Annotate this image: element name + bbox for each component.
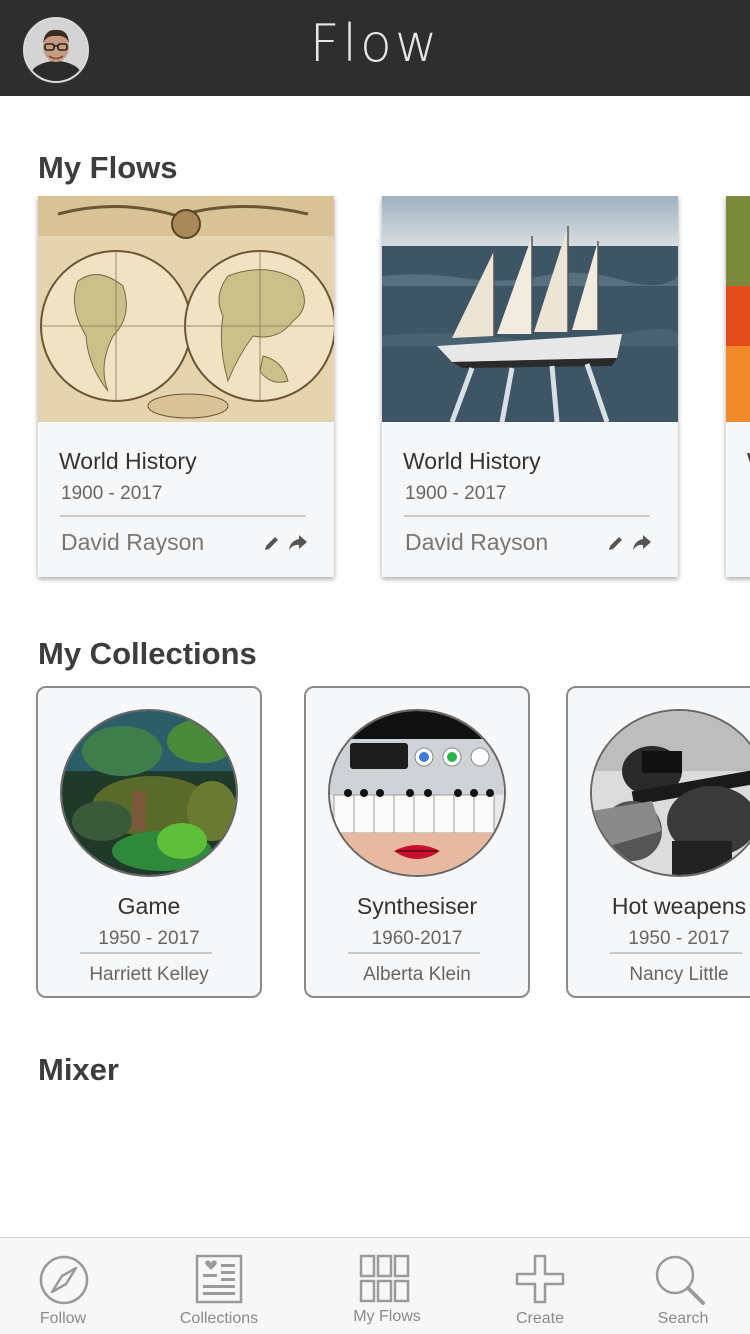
divider: [60, 515, 306, 517]
flow-title: World History: [403, 448, 541, 474]
tab-search[interactable]: Search: [642, 1238, 724, 1334]
divider: [610, 952, 742, 954]
divider: [404, 515, 650, 517]
flow-card[interactable]: World History 1900 - 2017 David Rayson: [38, 196, 334, 577]
collection-card[interactable]: Hot weapens 1950 - 2017 Nancy Little: [566, 686, 750, 998]
flow-title: World History: [59, 448, 197, 474]
tab-label: My Flows: [353, 1308, 421, 1325]
tab-label: Search: [657, 1310, 709, 1327]
flow-image-abstract: [726, 196, 750, 422]
grid-icon: [359, 1254, 410, 1303]
compass-icon: [39, 1255, 89, 1305]
share-icon[interactable]: [632, 532, 652, 552]
collections-carousel[interactable]: Game 1950 - 2017 Harriett Kelley Synthes…: [0, 686, 750, 1000]
collection-image-game: [60, 709, 238, 877]
collection-title: Hot weapens: [611, 893, 747, 919]
flow-card[interactable]: World History 1900 - 2017 David Rayson: [382, 196, 678, 577]
collection-title: Game: [117, 893, 181, 919]
section-title-my-collections: My Collections: [38, 636, 257, 671]
app-title: Flow: [309, 14, 441, 74]
flow-image-sailing-ship: [382, 196, 678, 422]
bottom-tab-bar: Follow Collections My Flows Create Searc…: [0, 1237, 750, 1334]
share-icon[interactable]: [288, 532, 308, 552]
collection-card[interactable]: Game 1950 - 2017 Harriett Kelley: [36, 686, 262, 998]
tab-collections[interactable]: Collections: [168, 1238, 270, 1334]
collection-title: Synthesiser: [356, 893, 478, 919]
collection-author: Nancy Little: [629, 964, 729, 985]
app-header: Flow: [0, 0, 750, 96]
flow-image-world-map: [38, 196, 334, 422]
section-title-mixer: Mixer: [38, 1052, 119, 1087]
flow-card[interactable]: W: [726, 196, 750, 577]
tab-my-flows[interactable]: My Flows: [340, 1238, 434, 1334]
collection-image-hot-weapons: [590, 709, 750, 877]
flow-dates: 1900 - 2017: [61, 483, 163, 504]
tab-create[interactable]: Create: [500, 1238, 580, 1334]
flow-author: David Rayson: [61, 529, 205, 555]
plus-icon: [515, 1254, 565, 1304]
search-icon: [655, 1255, 705, 1305]
collection-dates: 1950 - 2017: [628, 928, 730, 949]
tab-follow[interactable]: Follow: [20, 1238, 106, 1334]
divider: [348, 952, 480, 954]
edit-icon[interactable]: [606, 533, 626, 553]
collections-icon: [195, 1254, 243, 1304]
collection-card[interactable]: Synthesiser 1960-2017 Alberta Klein: [304, 686, 530, 998]
collection-dates: 1960-2017: [371, 928, 463, 949]
edit-icon[interactable]: [262, 533, 282, 553]
tab-label: Collections: [179, 1310, 259, 1327]
tab-label: Create: [515, 1310, 565, 1327]
tab-label: Follow: [39, 1310, 87, 1327]
collection-image-synthesiser: [328, 709, 506, 877]
flow-dates: 1900 - 2017: [405, 483, 507, 504]
divider: [80, 952, 212, 954]
collection-dates: 1950 - 2017: [98, 928, 200, 949]
flows-carousel[interactable]: World History 1900 - 2017 David Rayson W…: [0, 196, 750, 586]
flow-author: David Rayson: [405, 529, 549, 555]
collection-author: Harriett Kelley: [89, 964, 209, 985]
collection-author: Alberta Klein: [363, 964, 471, 985]
section-title-my-flows: My Flows: [38, 150, 178, 185]
